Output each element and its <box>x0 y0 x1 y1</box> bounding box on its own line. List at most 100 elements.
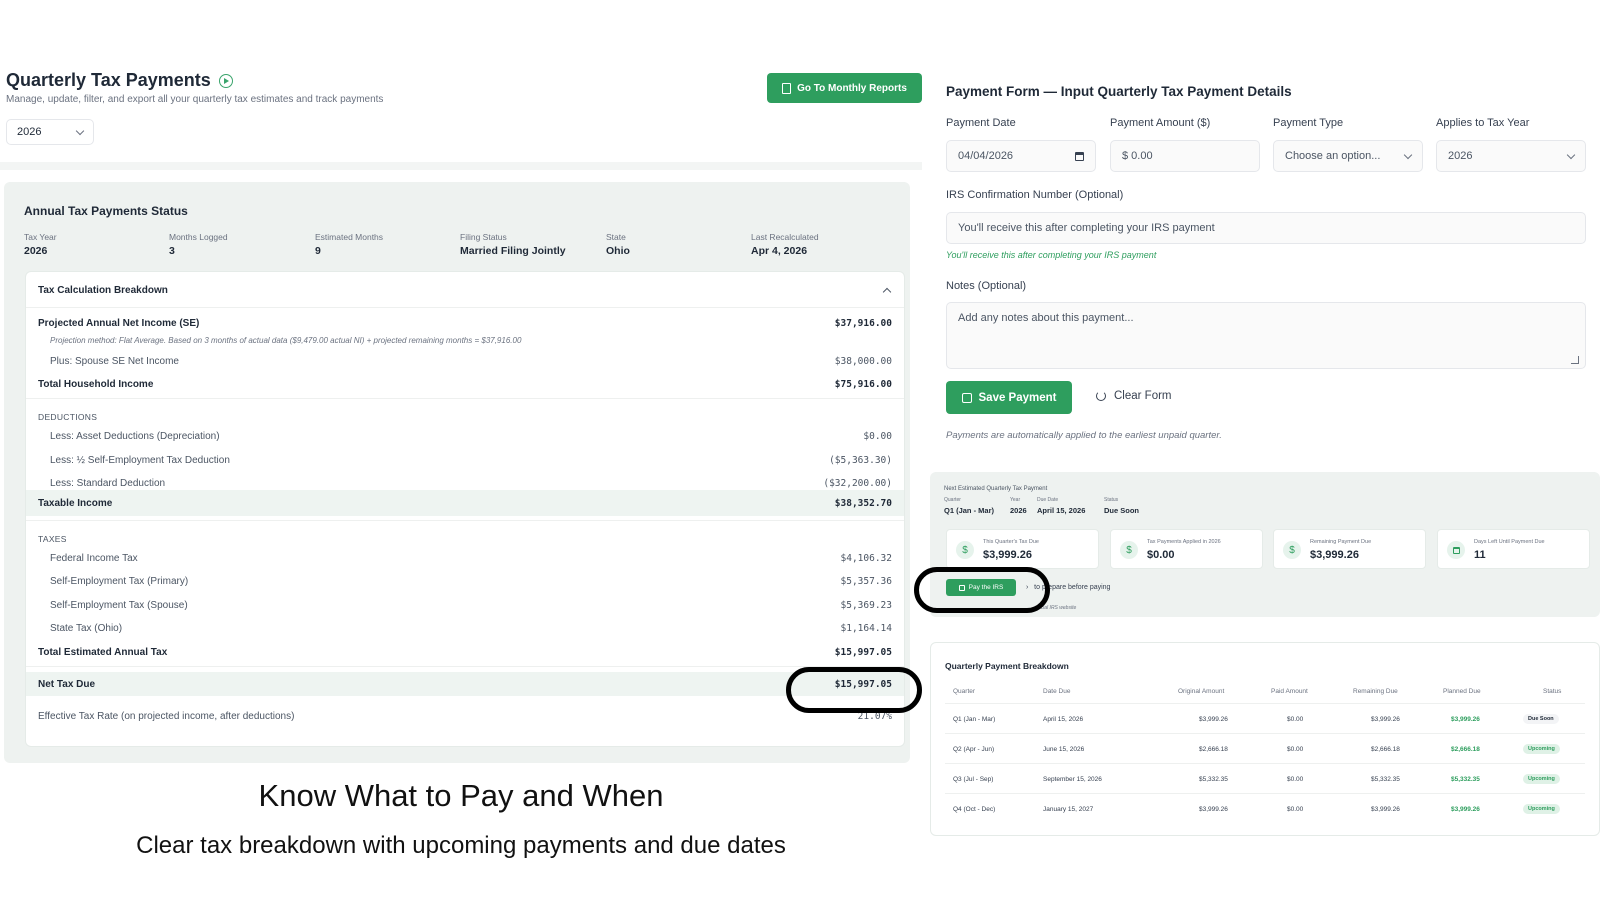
payment-amount-input[interactable]: $ 0.00 <box>1110 140 1260 172</box>
next-meta-status: Status Due Soon <box>1104 497 1139 515</box>
row-tax: Federal Income Tax $4,106.32 <box>26 547 904 569</box>
status-badge: Upcoming <box>1523 804 1560 814</box>
cell-quarter: Q3 (Jul - Sep) <box>953 776 994 783</box>
meta-value: April 15, 2026 <box>1037 506 1086 515</box>
cell-planned: $3,999.26 <box>1451 716 1480 723</box>
next-meta-due-date: Due Date April 15, 2026 <box>1037 497 1085 515</box>
divider <box>945 733 1585 734</box>
meta-state: State Ohio <box>606 232 630 257</box>
column-header: Status <box>1543 688 1562 695</box>
column-header: Original Amount <box>1178 688 1225 695</box>
divider <box>945 793 1585 794</box>
quarterly-breakdown-title: Quarterly Payment Breakdown <box>945 661 1069 671</box>
row-projected-income: Projected Annual Net Income (SE) $37,916… <box>26 312 904 334</box>
breakdown-title: Tax Calculation Breakdown <box>38 285 168 296</box>
stat-card-payments-applied: $ Tax Payments Applied in 2026 $0.00 <box>1110 529 1263 569</box>
chevron-down-icon <box>75 126 85 135</box>
save-payment-button[interactable]: Save Payment <box>946 381 1072 414</box>
row-amount: $4,106.32 <box>840 552 892 564</box>
cell-original: $3,999.26 <box>1199 716 1228 723</box>
row-label: Less: ½ Self-Employment Tax Deduction <box>50 454 230 466</box>
page-subtitle: Manage, update, filter, and export all y… <box>6 94 384 105</box>
cell-remaining: $2,666.18 <box>1371 746 1400 753</box>
row-amount: ($32,200.00) <box>823 477 892 489</box>
year-select[interactable]: 2026 <box>6 119 94 145</box>
quarterly-breakdown-panel: Quarterly Payment Breakdown Quarter Date… <box>930 642 1600 836</box>
cell-planned: $3,999.26 <box>1451 806 1480 813</box>
divider <box>26 398 904 399</box>
page-title-text: Quarterly Tax Payments <box>6 70 211 90</box>
irs-confirmation-label: IRS Confirmation Number (Optional) <box>946 189 1124 201</box>
row-total-tax: Total Estimated Annual Tax $15,997.05 <box>26 641 904 663</box>
meta-label: Filing Status <box>460 232 507 242</box>
calendar-icon[interactable] <box>1075 151 1084 161</box>
dollar-icon: $ <box>956 541 974 559</box>
payment-date-input[interactable]: 04/04/2026 <box>946 140 1096 172</box>
status-badge: Upcoming <box>1523 744 1560 754</box>
meta-value: Ohio <box>606 245 630 257</box>
payment-type-value: Choose an option... <box>1285 150 1381 162</box>
tax-year-label: Applies to Tax Year <box>1436 117 1530 129</box>
stat-label: Remaining Payment Due <box>1310 539 1372 545</box>
cell-remaining: $3,999.26 <box>1371 716 1400 723</box>
row-label: Self-Employment Tax (Primary) <box>50 575 189 587</box>
tax-breakdown-card: Tax Calculation Breakdown Projected Annu… <box>25 271 905 747</box>
cell-quarter: Q2 (Apr - Jun) <box>953 746 995 753</box>
chevron-down-icon <box>1403 150 1413 159</box>
cell-date-due: June 15, 2026 <box>1043 746 1085 753</box>
notes-textarea[interactable]: Add any notes about this payment... <box>946 302 1586 369</box>
meta-label: Due Date <box>1037 497 1059 503</box>
callout-ring <box>914 567 1050 613</box>
row-amount: $5,369.23 <box>840 599 892 611</box>
row-amount: ($5,363.30) <box>829 454 892 466</box>
cell-original: $2,666.18 <box>1199 746 1228 753</box>
next-payment-title: Next Estimated Quarterly Tax Payment <box>944 486 1048 492</box>
meta-filing-status: Filing Status Married Filing Jointly <box>460 232 566 257</box>
meta-tax-year: Tax Year 2026 <box>24 232 57 257</box>
row-amount: $37,916.00 <box>834 317 892 329</box>
meta-value: 2026 <box>24 245 48 257</box>
column-header: Remaining Due <box>1353 688 1398 695</box>
taxes-header: TAXES <box>38 534 67 544</box>
monthly-reports-button[interactable]: Go To Monthly Reports <box>767 73 922 103</box>
divider <box>945 703 1585 704</box>
status-badge: Upcoming <box>1523 774 1560 784</box>
tax-year-select[interactable]: 2026 <box>1436 140 1586 172</box>
annual-status-title: Annual Tax Payments Status <box>24 204 188 218</box>
row-label: Federal Income Tax <box>50 552 138 564</box>
next-meta-year: Year 2026 <box>1010 497 1027 515</box>
meta-label: Estimated Months <box>315 232 384 242</box>
payment-type-label: Payment Type <box>1273 117 1344 129</box>
row-tax: State Tax (Ohio) $1,164.14 <box>26 617 904 639</box>
meta-label: Year <box>1010 497 1021 503</box>
row-label: Less: Asset Deductions (Depreciation) <box>50 430 220 442</box>
chevron-up-icon[interactable] <box>882 287 892 297</box>
meta-label: Months Logged <box>169 232 228 242</box>
row-label: Total Household Income <box>38 378 154 390</box>
cell-date-due: September 15, 2026 <box>1043 776 1102 783</box>
irs-helper-text: You'll receive this after completing you… <box>946 250 1157 260</box>
play-icon[interactable] <box>218 73 233 88</box>
payment-type-select[interactable]: Choose an option... <box>1273 140 1423 172</box>
column-header: Planned Due <box>1443 688 1481 695</box>
monthly-reports-label: Go To Monthly Reports <box>797 82 907 94</box>
save-payment-label: Save Payment <box>978 391 1057 404</box>
row-deduction: Less: Asset Deductions (Depreciation) $0… <box>26 425 904 447</box>
row-household-income: Total Household Income $75,916.00 <box>26 373 904 395</box>
form-title: Payment Form — Input Quarterly Tax Payme… <box>946 84 1292 99</box>
row-amount: $0.00 <box>863 430 892 442</box>
stat-label: This Quarter's Tax Due <box>983 539 1039 545</box>
save-icon <box>961 392 972 403</box>
irs-confirmation-placeholder: You'll receive this after completing you… <box>958 222 1215 234</box>
clear-form-button[interactable]: Clear Form <box>1096 390 1172 402</box>
cell-remaining: $5,332.35 <box>1371 776 1400 783</box>
status-badge: Due Soon <box>1523 714 1559 724</box>
resize-handle-icon[interactable] <box>1571 356 1579 364</box>
deductions-header: DEDUCTIONS <box>38 412 98 422</box>
payment-date-value: 04/04/2026 <box>958 150 1014 162</box>
meta-label: Status <box>1104 497 1119 503</box>
stat-label: Tax Payments Applied in 2026 <box>1147 539 1221 545</box>
meta-label: Last Recalculated <box>751 232 819 242</box>
cell-paid: $0.00 <box>1287 806 1304 813</box>
irs-confirmation-input[interactable]: You'll receive this after completing you… <box>946 212 1586 244</box>
